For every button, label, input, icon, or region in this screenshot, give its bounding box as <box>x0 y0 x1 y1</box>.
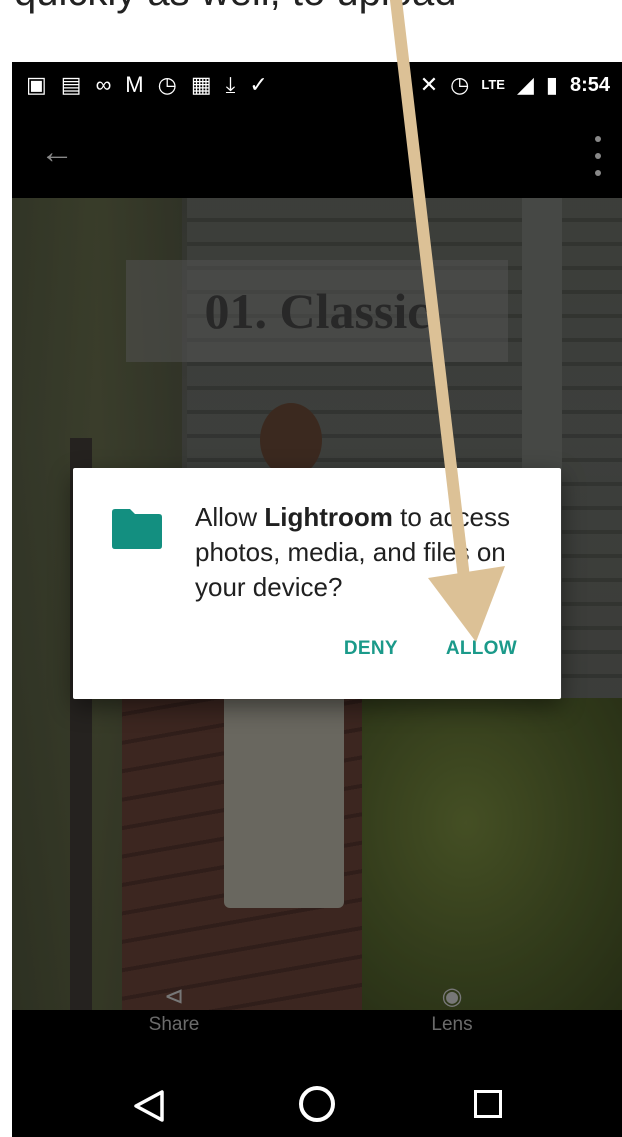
download-icon: ⤓ <box>225 72 236 97</box>
permission-dialog: Allow Lightroom to access photos, media,… <box>73 468 561 699</box>
lens-button[interactable]: ◉ Lens <box>392 983 512 1036</box>
notes-icon: ▤ <box>60 72 82 97</box>
dialog-app-name: Lightroom <box>264 502 393 532</box>
status-bar: ▣ ▤ ∞ M ◷ ▦ ⤓ ✓ ✕ ◷ LTE ◢ ▮ 8:54 <box>12 62 622 108</box>
bluetooth-icon: ✕ <box>419 72 439 97</box>
dialog-message: Allow Lightroom to access photos, media,… <box>195 500 535 605</box>
share-icon: ⊲ <box>163 983 185 1010</box>
message-icon: ▣ <box>26 72 47 97</box>
dialog-actions: DENY ALLOW <box>344 638 517 660</box>
folder-icon <box>112 509 162 549</box>
more-vert-icon[interactable] <box>590 136 606 176</box>
status-time: 8:54 <box>569 74 610 96</box>
status-icons-right: ✕ ◷ LTE ◢ ▮ 8:54 <box>420 72 610 98</box>
photo-icon: ▦ <box>190 72 212 97</box>
share-label: Share <box>148 1014 200 1035</box>
alarm-icon: ◷ <box>450 72 470 97</box>
bottom-action-bar: ⊲ Share ◉ Lens <box>12 983 622 1075</box>
nav-back-icon[interactable] <box>132 1089 166 1123</box>
menu-dot <box>595 170 601 176</box>
share-button[interactable]: ⊲ Share <box>114 983 234 1036</box>
battery-icon: ▮ <box>545 72 558 97</box>
menu-dot <box>595 153 601 159</box>
navigation-bar <box>12 1075 622 1137</box>
gmail-icon: M <box>125 72 144 97</box>
caption-strip: quickly as well, to upload <box>0 0 622 62</box>
deny-button[interactable]: DENY <box>344 638 398 660</box>
arrow-left-icon[interactable]: ← <box>40 132 80 172</box>
voicemail-icon: ∞ <box>95 72 112 97</box>
lens-label: Lens <box>431 1014 473 1035</box>
nav-home-icon[interactable] <box>299 1086 335 1122</box>
nav-recents-icon[interactable] <box>474 1090 502 1118</box>
check-icon: ✓ <box>249 72 268 97</box>
allow-button[interactable]: ALLOW <box>446 638 517 660</box>
dialog-message-prefix: Allow <box>195 502 265 532</box>
caption-text: quickly as well, to upload <box>14 0 456 15</box>
network-type: LTE <box>481 77 505 92</box>
status-icons-left: ▣ ▤ ∞ M ◷ ▦ ⤓ ✓ <box>26 72 268 98</box>
menu-dot <box>595 136 601 142</box>
alarm-icon: ◷ <box>157 72 177 97</box>
lens-icon: ◉ <box>441 983 463 1010</box>
screenshot-page: quickly as well, to upload ▣ ▤ ∞ M ◷ ▦ ⤓… <box>0 0 622 1137</box>
app-bar: ← <box>12 108 622 198</box>
signal-icon: ◢ <box>516 72 534 97</box>
